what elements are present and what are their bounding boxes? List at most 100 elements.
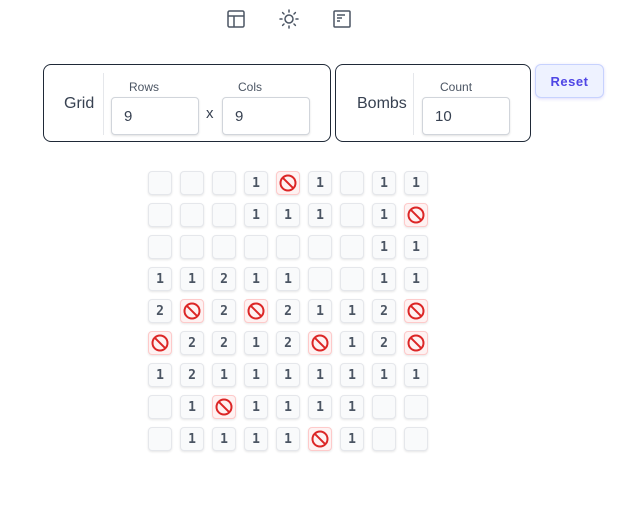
cell-number: 1 bbox=[348, 303, 356, 319]
board-cell-number[interactable]: 1 bbox=[148, 267, 172, 291]
board-cell-empty[interactable] bbox=[244, 235, 268, 259]
board-cell-number[interactable]: 2 bbox=[212, 299, 236, 323]
board-cell-empty[interactable] bbox=[180, 235, 204, 259]
board-cell-bomb[interactable] bbox=[308, 331, 332, 355]
board-cell-number[interactable]: 1 bbox=[276, 395, 300, 419]
board-cell-empty[interactable] bbox=[148, 235, 172, 259]
board-cell-number[interactable]: 2 bbox=[276, 299, 300, 323]
board-cell-number[interactable]: 1 bbox=[372, 235, 396, 259]
board-cell-number[interactable]: 2 bbox=[372, 331, 396, 355]
bomb-icon bbox=[182, 301, 202, 321]
board-cell-number[interactable]: 1 bbox=[404, 267, 428, 291]
panel-icon[interactable] bbox=[331, 8, 353, 30]
board-cell-empty[interactable] bbox=[404, 427, 428, 451]
board-cell-empty[interactable] bbox=[148, 171, 172, 195]
board-cell-empty[interactable] bbox=[340, 203, 364, 227]
board-cell-number[interactable]: 1 bbox=[276, 427, 300, 451]
board-cell-bomb[interactable] bbox=[404, 331, 428, 355]
board-cell-number[interactable]: 1 bbox=[244, 203, 268, 227]
count-input[interactable] bbox=[422, 97, 510, 135]
board-cell-bomb[interactable] bbox=[404, 299, 428, 323]
board-cell-number[interactable]: 1 bbox=[308, 363, 332, 387]
board-cell-bomb[interactable] bbox=[244, 299, 268, 323]
board-cell-empty[interactable] bbox=[372, 395, 396, 419]
board-cell-number[interactable]: 1 bbox=[308, 395, 332, 419]
board-cell-number[interactable]: 1 bbox=[404, 235, 428, 259]
board-cell-empty[interactable] bbox=[404, 395, 428, 419]
board-cell-number[interactable]: 2 bbox=[372, 299, 396, 323]
board-cell-number[interactable]: 1 bbox=[340, 363, 364, 387]
board-cell-empty[interactable] bbox=[340, 171, 364, 195]
board-cell-number[interactable]: 1 bbox=[372, 171, 396, 195]
board-cell-number[interactable]: 1 bbox=[308, 203, 332, 227]
board-cell-bomb[interactable] bbox=[308, 427, 332, 451]
cell-number: 2 bbox=[220, 271, 228, 287]
board-cell-bomb[interactable] bbox=[148, 331, 172, 355]
layout-icon[interactable] bbox=[225, 8, 247, 30]
board-cell-number[interactable]: 2 bbox=[212, 331, 236, 355]
board-cell-number[interactable]: 1 bbox=[404, 171, 428, 195]
board-cell-number[interactable]: 2 bbox=[180, 363, 204, 387]
board-cell-number[interactable]: 2 bbox=[148, 299, 172, 323]
board-cell-number[interactable]: 1 bbox=[212, 363, 236, 387]
board-cell-empty[interactable] bbox=[212, 171, 236, 195]
board-cell-bomb[interactable] bbox=[212, 395, 236, 419]
board-cell-empty[interactable] bbox=[276, 235, 300, 259]
board-cell-number[interactable]: 1 bbox=[148, 363, 172, 387]
board-cell-number[interactable]: 1 bbox=[244, 395, 268, 419]
board-cell-number[interactable]: 1 bbox=[404, 363, 428, 387]
cell-number: 1 bbox=[412, 175, 420, 191]
board-cell-number[interactable]: 1 bbox=[372, 267, 396, 291]
reset-button[interactable]: Reset bbox=[535, 64, 604, 98]
board-cell-number[interactable]: 1 bbox=[276, 363, 300, 387]
count-label: Count bbox=[440, 80, 473, 94]
cols-input[interactable] bbox=[222, 97, 310, 135]
cell-number: 1 bbox=[284, 431, 292, 447]
cols-label: Cols bbox=[238, 80, 263, 94]
sun-icon[interactable] bbox=[278, 8, 300, 30]
board-cell-number[interactable]: 1 bbox=[180, 427, 204, 451]
board-cell-number[interactable]: 1 bbox=[340, 299, 364, 323]
board-cell-empty[interactable] bbox=[148, 427, 172, 451]
board-cell-number[interactable]: 2 bbox=[212, 267, 236, 291]
board-cell-empty[interactable] bbox=[148, 395, 172, 419]
board-cell-number[interactable]: 1 bbox=[340, 427, 364, 451]
board-cell-number[interactable]: 1 bbox=[308, 171, 332, 195]
board-cell-number[interactable]: 1 bbox=[180, 395, 204, 419]
board-cell-number[interactable]: 1 bbox=[244, 267, 268, 291]
board-cell-number[interactable]: 1 bbox=[180, 267, 204, 291]
cell-number: 1 bbox=[284, 367, 292, 383]
board-cell-empty[interactable] bbox=[212, 203, 236, 227]
board-cell-number[interactable]: 1 bbox=[372, 363, 396, 387]
board-cell-empty[interactable] bbox=[212, 235, 236, 259]
board-cell-empty[interactable] bbox=[308, 235, 332, 259]
rows-input[interactable] bbox=[111, 97, 199, 135]
board-cell-number[interactable]: 1 bbox=[276, 267, 300, 291]
board-cell-empty[interactable] bbox=[308, 267, 332, 291]
board-cell-number[interactable]: 1 bbox=[244, 171, 268, 195]
board-cell-bomb[interactable] bbox=[180, 299, 204, 323]
board-cell-empty[interactable] bbox=[340, 235, 364, 259]
cell-number: 1 bbox=[156, 367, 164, 383]
board-cell-empty[interactable] bbox=[148, 203, 172, 227]
board-cell-number[interactable]: 1 bbox=[308, 299, 332, 323]
board-cell-number[interactable]: 2 bbox=[276, 331, 300, 355]
board-cell-number[interactable]: 1 bbox=[212, 427, 236, 451]
board-cell-empty[interactable] bbox=[340, 267, 364, 291]
cell-number: 1 bbox=[348, 335, 356, 351]
minesweeper-board: 1 1 1 1 1 1 1 1 1 1 1 1 2 1 1 1 1 2 2 2 1 1 2 2 2 1 2 1 2 1 2 1 1 1 1 1 1 1 1 1… bbox=[148, 171, 428, 451]
board-cell-number[interactable]: 2 bbox=[180, 331, 204, 355]
board-cell-number[interactable]: 1 bbox=[340, 395, 364, 419]
board-cell-number[interactable]: 1 bbox=[244, 331, 268, 355]
board-cell-bomb[interactable] bbox=[276, 171, 300, 195]
board-cell-empty[interactable] bbox=[372, 427, 396, 451]
board-cell-empty[interactable] bbox=[180, 171, 204, 195]
board-cell-number[interactable]: 1 bbox=[244, 427, 268, 451]
board-cell-empty[interactable] bbox=[180, 203, 204, 227]
bomb-icon bbox=[310, 429, 330, 449]
board-cell-number[interactable]: 1 bbox=[276, 203, 300, 227]
board-cell-number[interactable]: 1 bbox=[244, 363, 268, 387]
board-cell-bomb[interactable] bbox=[404, 203, 428, 227]
board-cell-number[interactable]: 1 bbox=[340, 331, 364, 355]
board-cell-number[interactable]: 1 bbox=[372, 203, 396, 227]
